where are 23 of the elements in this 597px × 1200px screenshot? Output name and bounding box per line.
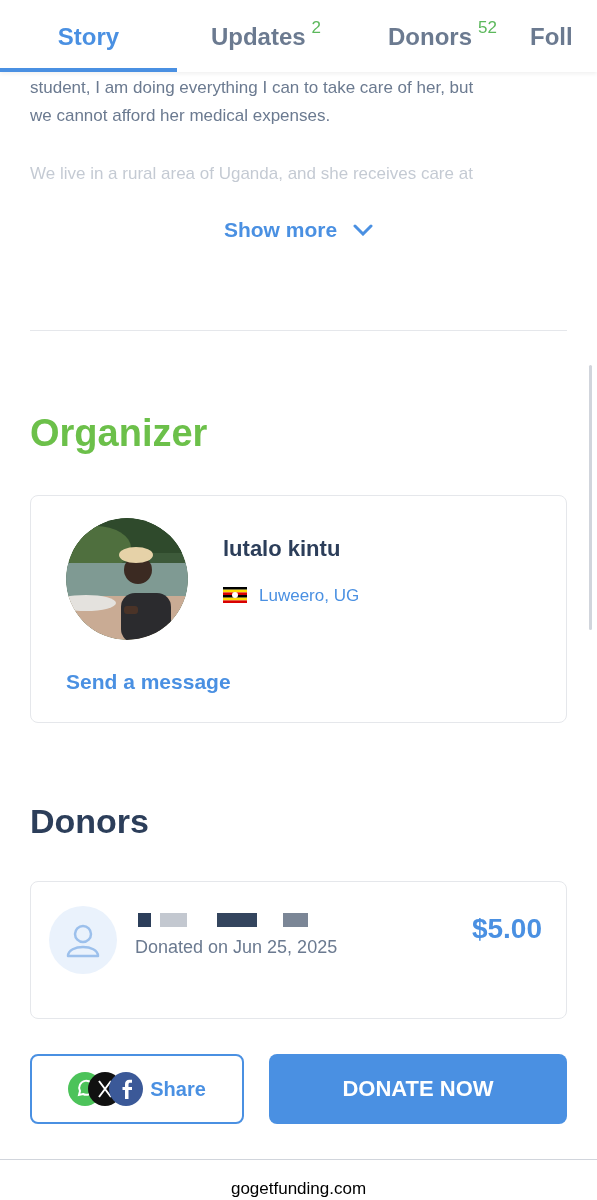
tab[interactable]: Updates 2	[177, 0, 355, 72]
donors-heading: Donors	[30, 800, 150, 842]
faded-story-text: We live in a rural area of Uganda, and she receives care at	[30, 163, 474, 185]
tab[interactable]: Story	[0, 0, 177, 72]
count-label: 52	[478, 18, 497, 38]
tab[interactable]: Foll	[530, 0, 597, 72]
donation-date: Donated on Jun 25, 2025	[135, 935, 339, 959]
user-avatar-icon	[49, 905, 117, 974]
count-label: 2	[311, 18, 322, 38]
share-button[interactable]: Share	[30, 1053, 244, 1124]
show-more-link[interactable]: Show more	[223, 214, 374, 246]
donate-button[interactable]: DONATE NOW	[269, 1053, 567, 1124]
tab[interactable]: Donors 52	[355, 0, 530, 72]
organizer-name: lutalo kintu	[223, 534, 342, 563]
story-text: we cannot afford her medical expenses.	[30, 105, 332, 127]
flag-icon	[223, 587, 247, 604]
chevron-down-icon	[353, 223, 374, 236]
send-message-link[interactable]: Send a message	[66, 665, 531, 697]
organizer-heading: Organizer	[30, 410, 209, 456]
location-text: Luweero, UG	[259, 584, 360, 607]
site-url: gogetfunding.com	[229, 1178, 368, 1200]
donation-amount: $5.00	[471, 911, 543, 946]
story-text: student, I am doing everything I can to take care of her, but	[30, 77, 475, 99]
